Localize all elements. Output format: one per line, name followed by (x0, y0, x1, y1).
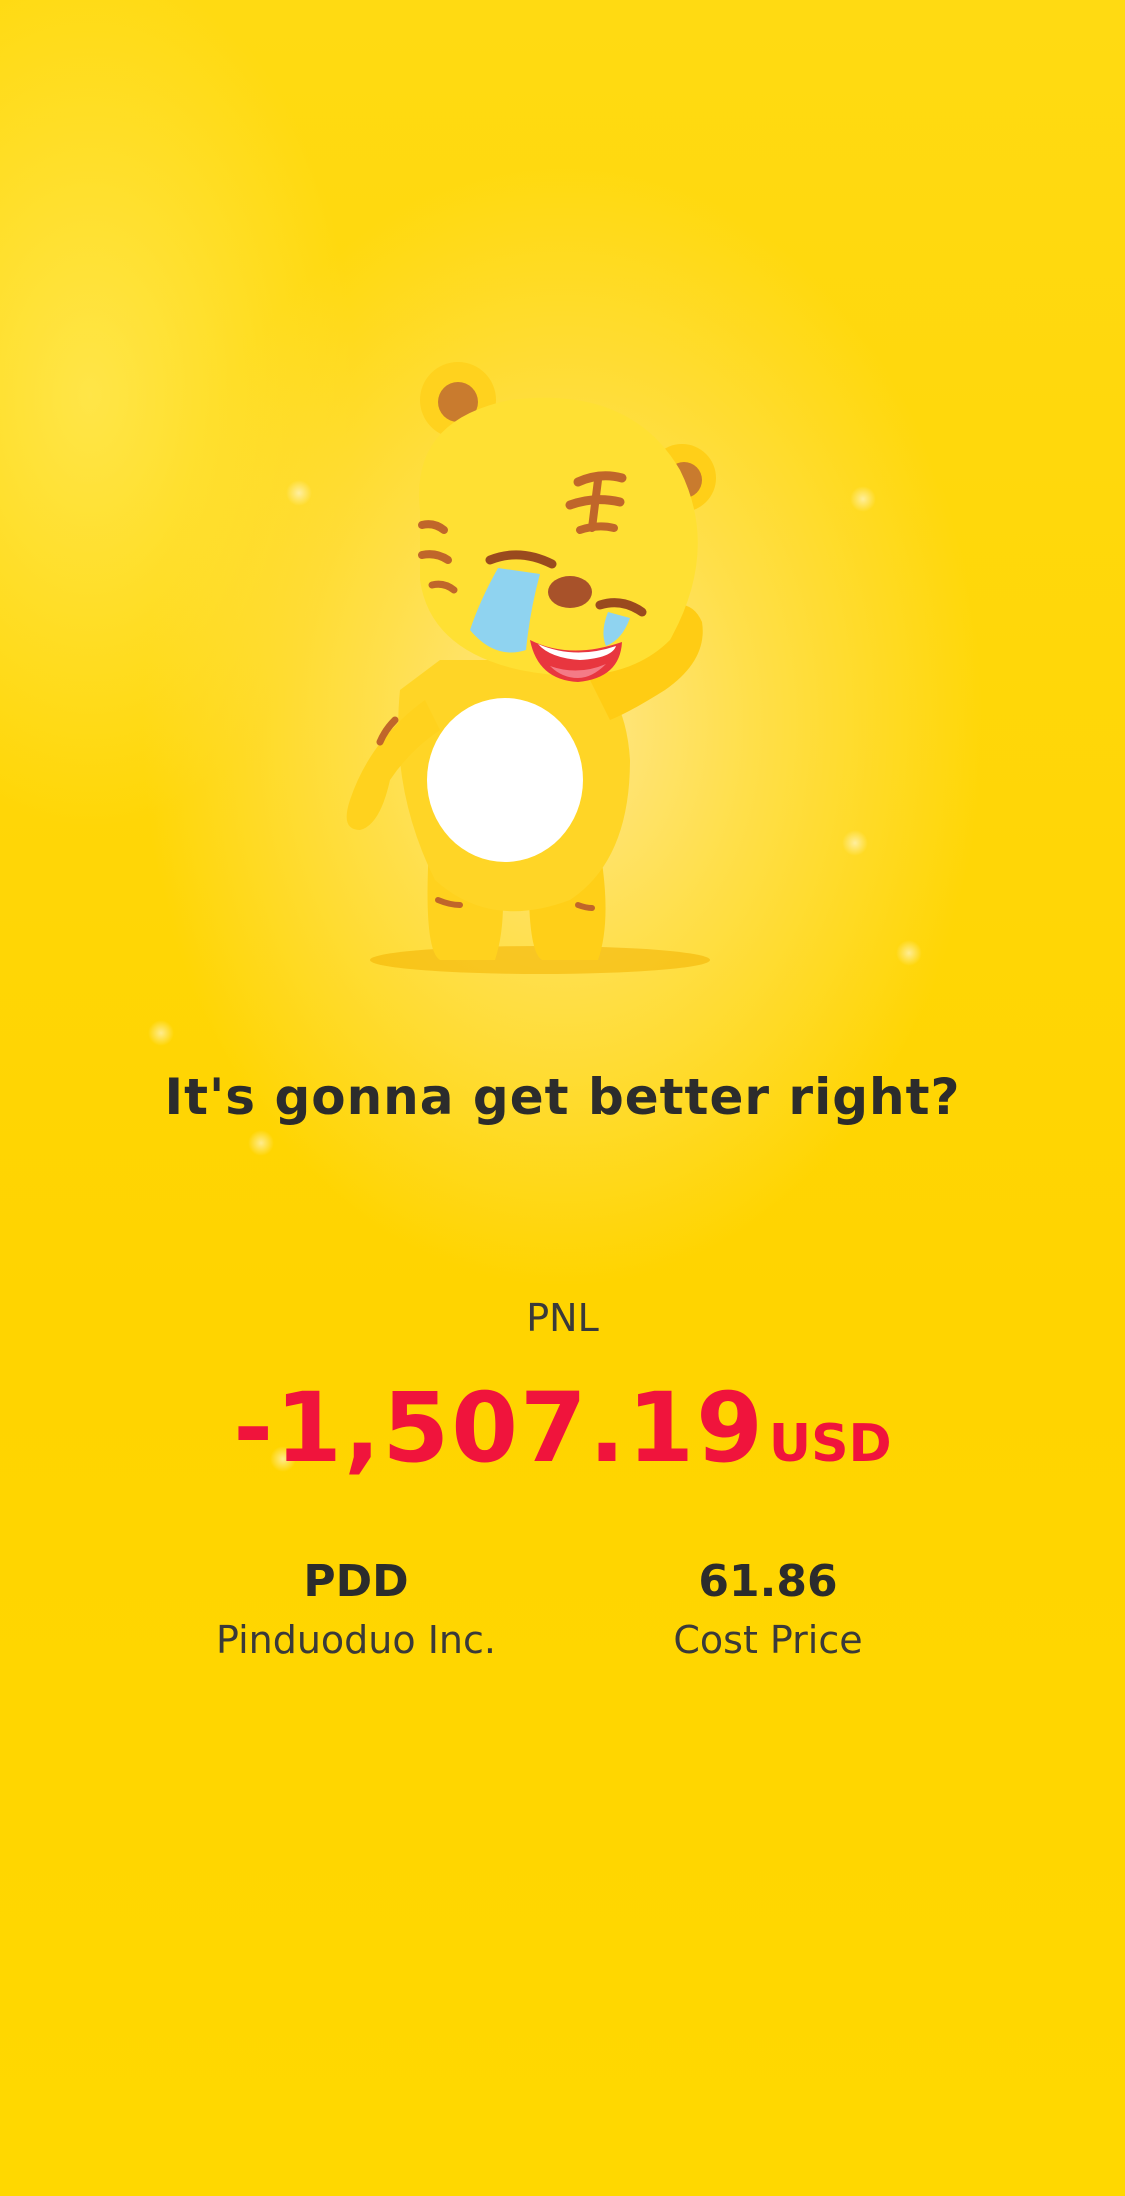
headline-text: It's gonna get better right? (164, 1068, 961, 1126)
stock-name: Pinduoduo Inc. (216, 1618, 496, 1662)
sparkle-decoration (286, 480, 312, 506)
cost-price-label: Cost Price (673, 1618, 863, 1662)
cost-info: 61.86 Cost Price (568, 1552, 968, 1668)
pnl-label: PNL (526, 1296, 599, 1340)
sparkle-decoration (850, 486, 876, 512)
pnl-amount: -1,507.19USD (0, 1372, 1125, 1484)
sparkle-decoration (896, 940, 922, 966)
sparkle-decoration (148, 1020, 174, 1046)
pnl-unit: USD (768, 1414, 892, 1474)
stock-ticker: PDD (303, 1556, 409, 1607)
cost-price-value: 61.86 (698, 1556, 838, 1607)
crying-tiger-mascot-icon (346, 362, 716, 974)
pnl-value: -1,507.19 (233, 1372, 765, 1484)
sparkle-decoration (248, 1130, 274, 1156)
sparkle-decoration (842, 830, 868, 856)
stock-info: PDD Pinduoduo Inc. (156, 1552, 556, 1668)
